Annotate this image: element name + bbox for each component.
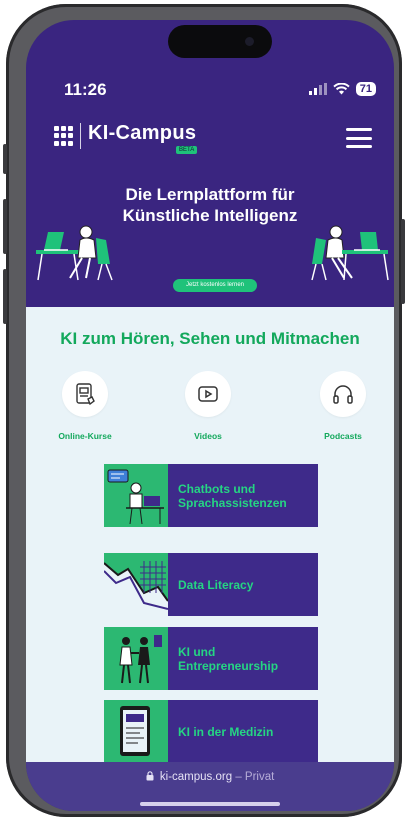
- home-indicator[interactable]: [140, 802, 280, 806]
- topic-card-data-literacy[interactable]: Data Literacy: [104, 553, 318, 616]
- brand-logo-text[interactable]: KI-Campus: [88, 122, 196, 145]
- data-literacy-illustration: [104, 553, 168, 616]
- status-bar: 11:26 71: [26, 76, 394, 106]
- topic-card-title: KI in der Medizin: [168, 700, 318, 763]
- status-time: 11:26: [64, 80, 107, 99]
- start-learning-button[interactable]: Jetzt kostenlos lernen: [173, 279, 257, 292]
- battery-indicator: 71: [355, 82, 376, 96]
- lock-icon: [146, 771, 154, 781]
- cellular-signal-icon: [308, 83, 327, 95]
- entrepreneurship-illustration: [104, 627, 168, 690]
- url-domain: ki-campus.org: [159, 771, 233, 783]
- headphones-icon: [333, 385, 353, 404]
- private-mode-label: – Privat: [235, 771, 275, 783]
- medicine-illustration: [104, 700, 168, 763]
- logo-grid-icon[interactable]: [54, 126, 74, 146]
- person-at-laptop-illustration-right: [311, 225, 389, 281]
- topic-card-entrepreneurship[interactable]: KI und Entrepreneurship: [104, 627, 318, 690]
- topic-card-title: Data Literacy: [168, 553, 318, 616]
- screen: 11:26 71 KI-Campus BETA Die Lernplattfor…: [26, 20, 394, 811]
- volume-down-button: [3, 269, 7, 324]
- mute-switch: [3, 144, 7, 174]
- hamburger-menu-icon[interactable]: [346, 128, 372, 148]
- person-at-laptop-illustration-left: [36, 225, 113, 281]
- category-label: Podcasts: [324, 431, 362, 441]
- chatbot-illustration: [104, 464, 168, 527]
- tablet-course-icon: [76, 383, 95, 406]
- browser-url-bar[interactable]: ki-campus.org – Privat: [26, 762, 394, 811]
- category-videos[interactable]: Videos: [163, 371, 253, 441]
- category-podcasts[interactable]: Podcasts: [298, 371, 388, 441]
- category-label: Videos: [194, 431, 222, 441]
- beta-badge: BETA: [176, 146, 198, 154]
- play-icon: [198, 386, 218, 402]
- topic-card-title: Chatbots und Sprachassistenzen: [168, 464, 318, 527]
- category-label: Online-Kurse: [58, 431, 112, 441]
- content-section: KI zum Hören, Sehen und Mitmachen Online…: [26, 307, 394, 763]
- topic-card-medizin[interactable]: KI in der Medizin: [104, 700, 318, 763]
- phone-frame: 11:26 71 KI-Campus BETA Die Lernplattfor…: [3, 4, 405, 817]
- wifi-icon: [333, 83, 350, 95]
- topic-card-title: KI und Entrepreneurship: [168, 627, 318, 690]
- category-online-kurse[interactable]: Online-Kurse: [40, 371, 130, 441]
- power-button: [401, 219, 405, 304]
- section-title: KI zum Hören, Sehen und Mitmachen: [60, 329, 360, 348]
- topic-card-chatbots[interactable]: Chatbots und Sprachassistenzen: [104, 464, 318, 527]
- volume-up-button: [3, 199, 7, 254]
- hero-banner: Die Lernplattform für Künstliche Intelli…: [26, 170, 394, 307]
- dynamic-island: [168, 25, 272, 58]
- site-header: KI-Campus BETA: [26, 120, 394, 170]
- hero-title: Die Lernplattform für Künstliche Intelli…: [122, 185, 298, 225]
